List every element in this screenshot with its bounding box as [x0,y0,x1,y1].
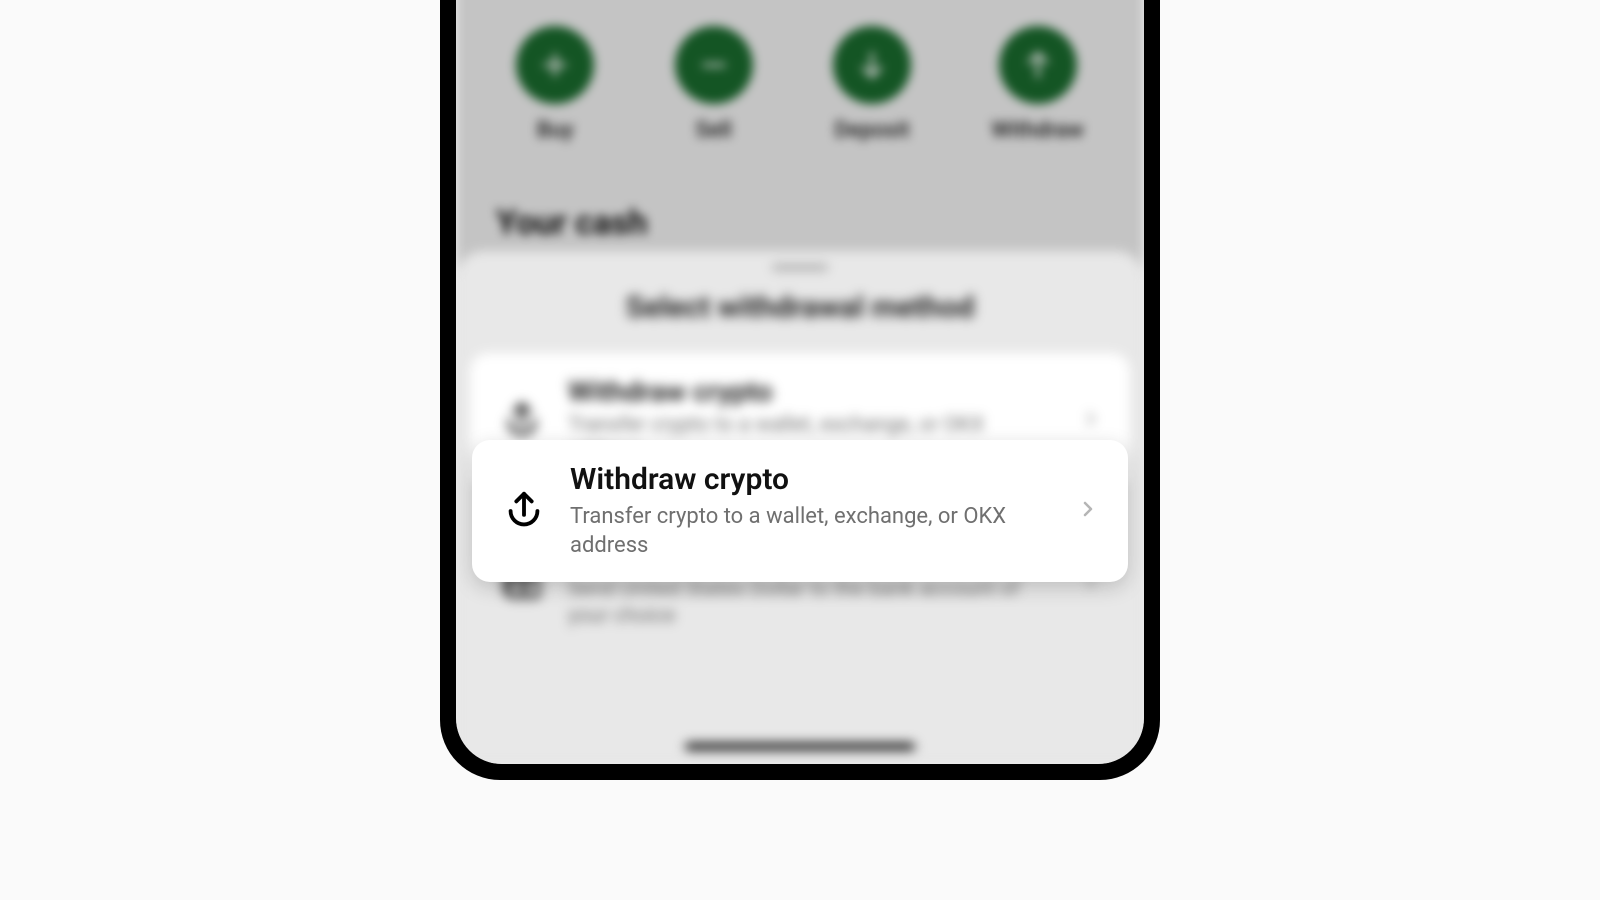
sheet-title: Select withdrawal method [456,290,1144,325]
phone-screen: Buy Sell Deposit [456,0,1144,764]
sheet-grabber[interactable] [772,265,828,270]
option-title: Withdraw crypto [568,375,1058,408]
chevron-right-icon [1076,497,1100,525]
phone-frame: Buy Sell Deposit [440,0,1160,780]
withdraw-crypto-icon [498,399,546,443]
background-content: Buy Sell Deposit [456,0,1144,764]
option-withdraw-crypto[interactable]: Withdraw crypto Transfer crypto to a wal… [472,440,1128,582]
home-indicator[interactable] [685,743,915,750]
option-subtitle: Transfer crypto to a wallet, exchange, o… [570,503,1054,560]
stage: Buy Sell Deposit [80,0,1520,810]
option-title: Withdraw crypto [570,462,1054,497]
chevron-right-icon [1080,408,1102,434]
withdraw-crypto-icon [500,488,548,534]
option-subtitle: Send United States Dollar to the bank ac… [568,576,1058,631]
